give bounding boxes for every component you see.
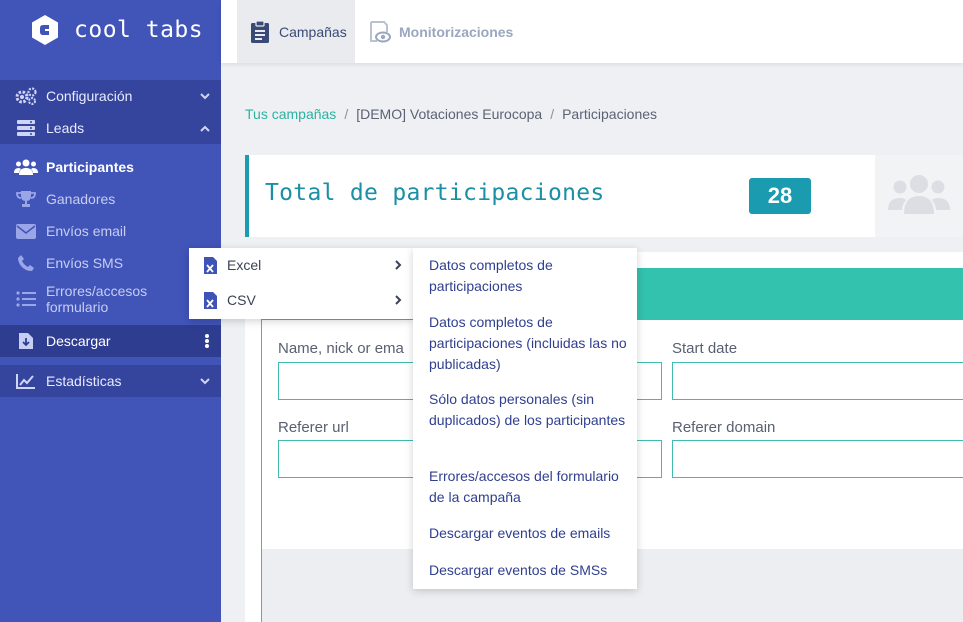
menu-option-datos-personales[interactable]: Sólo datos personales (sin duplicados) d… — [429, 389, 629, 431]
sidebar-item-label: Errores/accesos formulario — [46, 283, 147, 315]
menu-item-label: CSV — [227, 292, 256, 308]
chevron-right-icon — [393, 295, 403, 305]
tab-campanas[interactable]: Campañas — [237, 0, 355, 63]
sidebar-item-ganadores[interactable]: Ganadores — [0, 183, 221, 215]
list-icon — [14, 289, 38, 309]
total-card: Total de participaciones 28 — [245, 155, 875, 237]
top-bar: Campañas Monitorizaciones — [221, 0, 963, 63]
breadcrumb: Tus campañas / [DEMO] Votaciones Eurocop… — [245, 106, 657, 122]
users-icon-box — [875, 155, 963, 237]
download-options-submenu: Datos completos de participaciones Datos… — [413, 248, 637, 589]
chart-line-icon — [14, 371, 38, 391]
nav-section-top: Configuración Leads — [0, 80, 221, 144]
sidebar-item-envios-email[interactable]: Envíos email — [0, 215, 221, 247]
download-icon — [14, 331, 38, 351]
sidebar-item-label: Estadísticas — [46, 373, 122, 389]
brand-logo[interactable]: cool tabs — [28, 10, 203, 50]
menu-option-datos-completos[interactable]: Datos completos de participaciones — [429, 255, 629, 297]
referer-domain-label: Referer domain — [672, 419, 776, 436]
sidebar-item-label: Leads — [46, 120, 85, 136]
breadcrumb-item-current: Participaciones — [562, 106, 658, 122]
sidebar-item-configuracion[interactable]: Configuración — [0, 80, 221, 112]
sidebar-item-label: Configuración — [46, 88, 133, 104]
breadcrumb-separator: / — [550, 106, 555, 122]
chevron-down-icon — [199, 90, 211, 102]
leads-submenu: Participantes Ganadores Envíos email Env… — [0, 151, 221, 319]
menu-item-label: Excel — [227, 257, 262, 273]
sidebar-item-descargar[interactable]: Descargar — [0, 325, 221, 357]
nav-section-stats: Estadísticas — [0, 365, 221, 397]
sidebar-item-label-line1: Errores/accesos — [46, 283, 148, 299]
users-group-icon — [888, 172, 950, 221]
chevron-right-icon — [393, 260, 403, 270]
sidebar: cool tabs Configuración Leads Participan… — [0, 0, 221, 622]
csv-file-icon — [201, 290, 219, 310]
menu-item-csv[interactable]: CSV — [189, 285, 413, 315]
trophy-icon — [14, 189, 38, 209]
phone-icon — [14, 253, 38, 273]
total-count-badge: 28 — [749, 178, 811, 214]
sidebar-item-estadisticas[interactable]: Estadísticas — [0, 365, 221, 397]
menu-item-excel[interactable]: Excel — [189, 250, 413, 280]
tab-label: Campañas — [279, 23, 347, 40]
sidebar-item-errores-accesos[interactable]: Errores/accesos formulario — [0, 279, 221, 319]
start-date-field[interactable] — [672, 362, 963, 400]
breadcrumb-item-campanas[interactable]: Tus campañas — [245, 106, 336, 122]
tab-monitorizaciones[interactable]: Monitorizaciones — [365, 0, 513, 63]
sidebar-item-leads[interactable]: Leads — [0, 112, 221, 144]
sidebar-item-label: Descargar — [46, 333, 111, 349]
total-title: Total de participaciones — [265, 180, 605, 206]
chevron-up-icon — [199, 122, 211, 134]
download-format-menu: Excel CSV — [189, 248, 413, 319]
breadcrumb-separator: / — [344, 106, 349, 122]
menu-option-eventos-sms[interactable]: Descargar eventos de SMSs — [429, 560, 629, 581]
breadcrumb-item-campaign[interactable]: [DEMO] Votaciones Eurocopa — [356, 106, 542, 122]
kebab-menu-icon[interactable] — [205, 334, 209, 348]
envelope-icon — [14, 221, 38, 241]
gears-icon — [14, 86, 38, 106]
sidebar-item-participantes[interactable]: Participantes — [0, 151, 221, 183]
name-field-label: Name, nick or ema — [278, 340, 404, 357]
sidebar-item-envios-sms[interactable]: Envíos SMS — [0, 247, 221, 279]
brand-name: cool tabs — [74, 17, 204, 43]
tab-label: Monitorizaciones — [399, 23, 514, 40]
sidebar-item-label: Envíos email — [46, 223, 127, 239]
database-icon — [14, 118, 38, 138]
menu-option-errores-accesos[interactable]: Errores/accesos del formulario de la cam… — [429, 466, 629, 508]
referer-domain-field[interactable] — [672, 440, 963, 478]
chevron-down-icon — [199, 375, 211, 387]
sidebar-item-label: Envíos SMS — [46, 255, 124, 271]
menu-option-datos-completos-no-publicadas[interactable]: Datos completos de participaciones (incl… — [429, 312, 629, 375]
cooltabs-logo-icon — [28, 13, 62, 47]
sidebar-item-label: Ganadores — [46, 191, 116, 207]
referer-url-label: Referer url — [278, 419, 349, 436]
menu-option-eventos-emails[interactable]: Descargar eventos de emails — [429, 523, 629, 544]
clipboard-icon — [247, 19, 273, 45]
excel-file-icon — [201, 255, 219, 275]
start-date-label: Start date — [672, 340, 738, 357]
monitoring-eye-icon — [367, 19, 393, 45]
sidebar-item-label: Participantes — [46, 159, 134, 175]
sidebar-item-label-line2: formulario — [46, 299, 109, 315]
users-icon — [14, 157, 38, 177]
